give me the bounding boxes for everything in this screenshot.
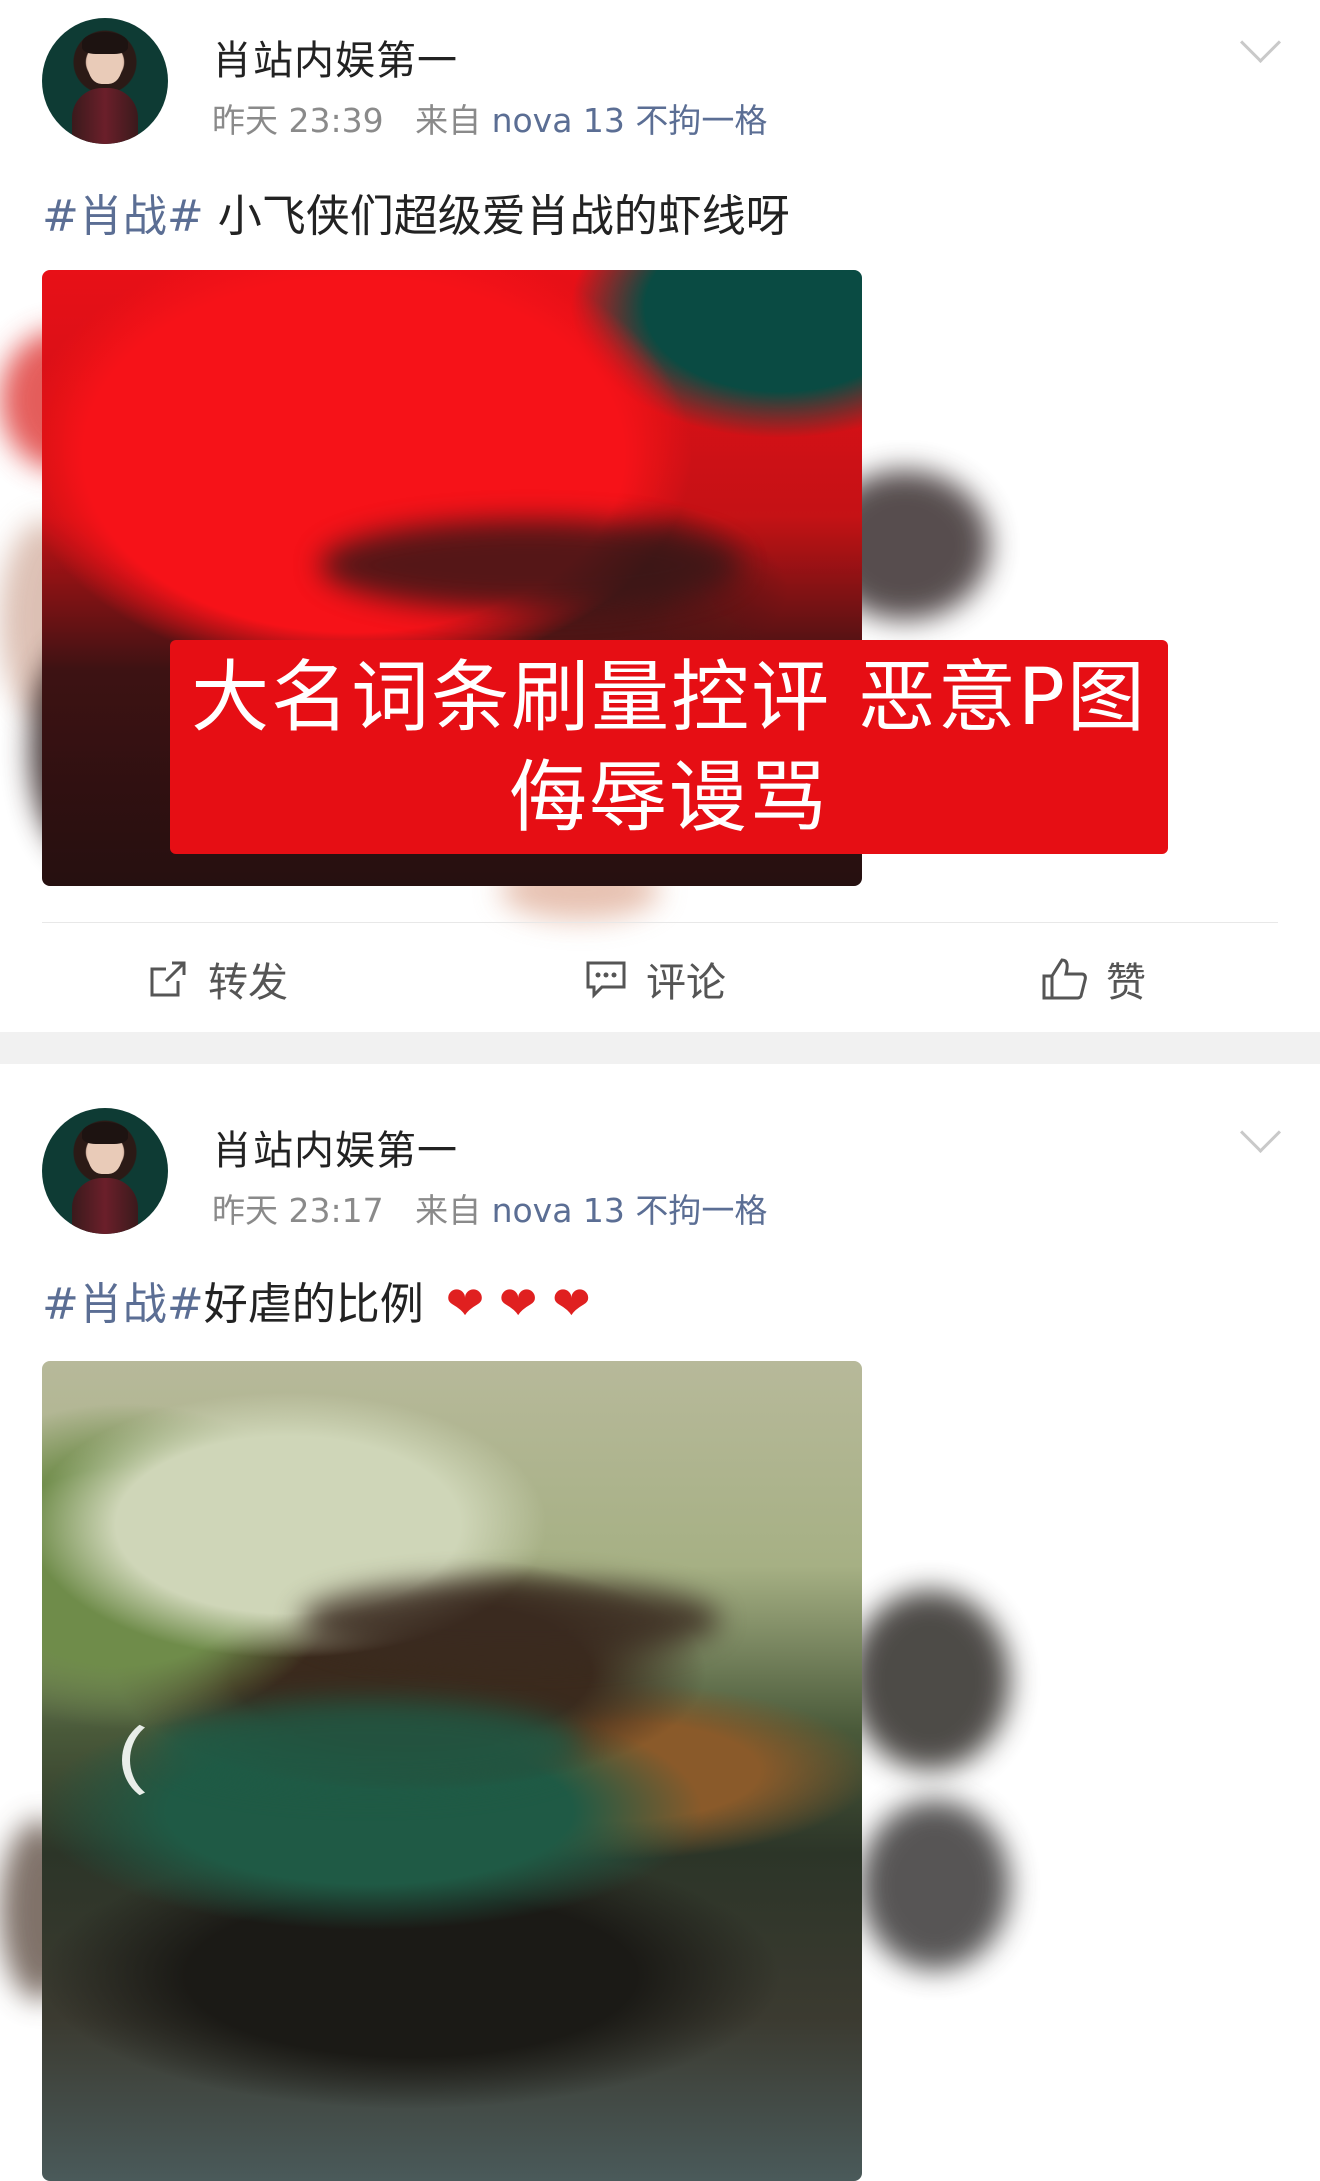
username[interactable]: 肖站内娱第一 bbox=[212, 28, 458, 86]
dropdown-chevron-icon[interactable] bbox=[1239, 1111, 1282, 1154]
post-time: 昨天 23:17 bbox=[212, 1191, 384, 1230]
post-body: 小飞侠们超级爱肖战的虾线呀 bbox=[203, 191, 790, 242]
banner-line-1: 大名词条刷量控评 恶意P图 bbox=[191, 653, 1147, 743]
post-meta: 昨天 23:17 来自 nova 13 不拘一格 bbox=[212, 1184, 767, 1232]
overlay-banner: 大名词条刷量控评 恶意P图 侮辱谩骂 bbox=[170, 640, 1168, 854]
post-text: #肖战# 小飞侠们超级爱肖战的虾线呀 bbox=[42, 180, 790, 244]
username[interactable]: 肖站内娱第一 bbox=[212, 1118, 458, 1176]
post-body: 好虐的比例 bbox=[203, 1279, 424, 1330]
avatar[interactable] bbox=[42, 1108, 168, 1234]
comment-label: 评论 bbox=[646, 960, 726, 1006]
divider bbox=[42, 922, 1278, 923]
post-separator bbox=[0, 1032, 1320, 1064]
dropdown-chevron-icon[interactable] bbox=[1239, 21, 1282, 64]
device-link[interactable]: nova 13 不拘一格 bbox=[492, 101, 768, 140]
like-icon bbox=[1042, 958, 1087, 1000]
heart-emoji: ❤ ❤ ❤ bbox=[445, 1276, 591, 1330]
source-prefix: 来自 bbox=[415, 1191, 482, 1230]
post-1: 肖站内娱第一 昨天 23:39 来自 nova 13 不拘一格 #肖战# 小飞侠… bbox=[0, 0, 1320, 1030]
source-prefix: 来自 bbox=[415, 101, 482, 140]
banner-line-2: 侮辱谩骂 bbox=[508, 753, 829, 843]
hashtag-link[interactable]: #肖战# bbox=[42, 1279, 204, 1330]
avatar[interactable] bbox=[42, 18, 168, 144]
comment-button[interactable]: 评论 bbox=[584, 950, 726, 1008]
post-meta: 昨天 23:39 来自 nova 13 不拘一格 bbox=[212, 94, 767, 142]
repost-label: 转发 bbox=[208, 960, 288, 1006]
hashtag-link[interactable]: #肖战# bbox=[42, 191, 204, 242]
repost-icon bbox=[150, 961, 186, 997]
device-link[interactable]: nova 13 不拘一格 bbox=[492, 1191, 768, 1230]
post-text: #肖战#好虐的比例 ❤ ❤ ❤ bbox=[42, 1268, 591, 1332]
like-button[interactable]: 赞 bbox=[1040, 950, 1146, 1008]
post-time: 昨天 23:39 bbox=[212, 101, 384, 140]
like-label: 赞 bbox=[1106, 960, 1146, 1006]
repost-button[interactable]: 转发 bbox=[146, 950, 288, 1008]
comment-icon bbox=[586, 961, 626, 999]
